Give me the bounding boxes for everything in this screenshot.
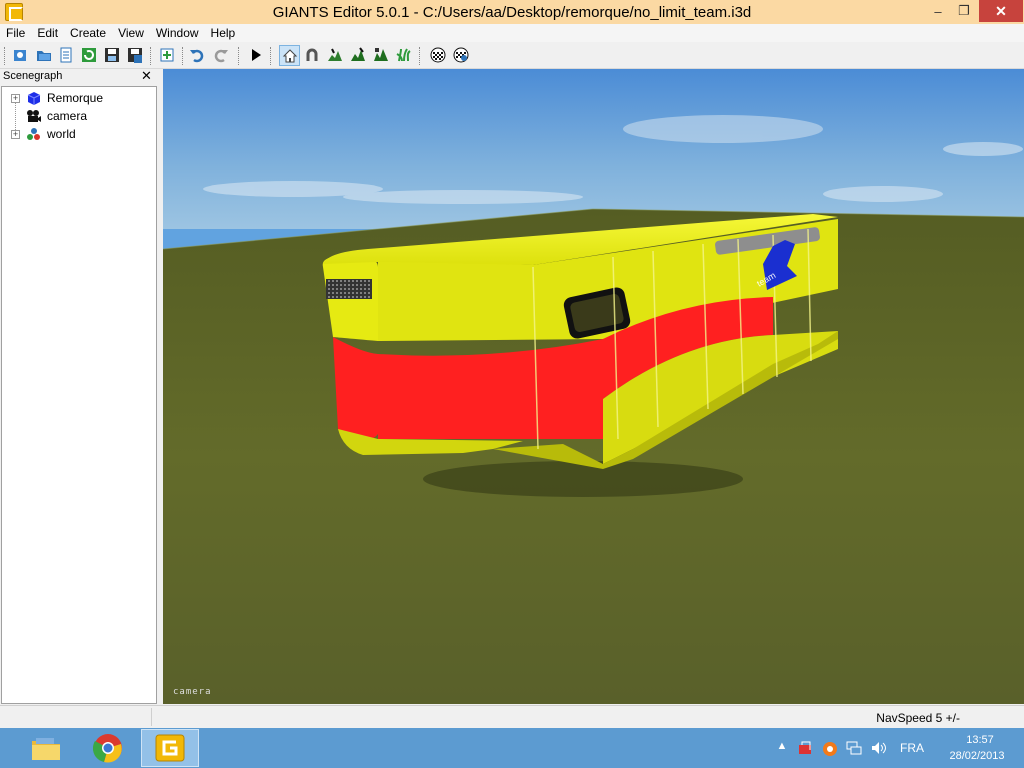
- action-center-icon[interactable]: [798, 741, 814, 755]
- show-hidden-icons-icon[interactable]: ▲: [774, 740, 790, 754]
- scenegraph-title: Scenegraph: [3, 70, 63, 82]
- volume-icon[interactable]: [870, 741, 886, 755]
- close-button[interactable]: ✕: [979, 0, 1023, 22]
- scenegraph-tree[interactable]: + Remorque camera + world: [1, 86, 157, 704]
- minimize-button[interactable]: –: [924, 0, 952, 22]
- viewport-camera-label: camera: [173, 687, 212, 697]
- status-separator: [151, 708, 152, 726]
- chrome-icon[interactable]: [79, 729, 137, 767]
- cube-icon: [26, 91, 42, 105]
- save-icon[interactable]: [103, 46, 121, 64]
- menu-file[interactable]: File: [0, 24, 31, 42]
- menu-edit[interactable]: Edit: [31, 24, 64, 42]
- material-icon[interactable]: [452, 46, 470, 64]
- clock-date[interactable]: 28/02/2013: [938, 750, 1016, 762]
- status-bar: NavSpeed 5 +/-: [0, 705, 1024, 727]
- viewport-scene: team: [163, 69, 1024, 704]
- terrain-detail-icon[interactable]: [372, 46, 390, 64]
- clock-time[interactable]: 13:57: [950, 734, 1010, 746]
- undo-icon[interactable]: [188, 46, 206, 64]
- restore-button[interactable]: ❐: [950, 0, 978, 22]
- tree-node-label: world: [47, 127, 76, 141]
- scenegraph-close-button[interactable]: ✕: [141, 68, 152, 84]
- transform-group-icon: [26, 127, 42, 141]
- toolbar-grip: [4, 47, 5, 65]
- tree-node-label: camera: [47, 109, 88, 123]
- home-icon[interactable]: [279, 45, 300, 66]
- sky: [163, 69, 1024, 229]
- tree-node-label: Remorque: [47, 91, 104, 105]
- terrain-paint-icon[interactable]: [349, 46, 367, 64]
- menu-view[interactable]: View: [112, 24, 150, 42]
- properties-icon[interactable]: [57, 46, 75, 64]
- open-icon[interactable]: [35, 46, 53, 64]
- language-indicator[interactable]: FRA: [900, 741, 924, 755]
- avast-icon[interactable]: [822, 741, 838, 756]
- shader-icon[interactable]: [429, 46, 447, 64]
- 3d-viewport[interactable]: team camera: [163, 69, 1024, 704]
- tree-node-remorque[interactable]: + Remorque: [2, 89, 152, 107]
- system-tray: ▲ FRA 13:57 28/02/2013: [770, 728, 1024, 768]
- toolbar-separator: [238, 47, 239, 65]
- navspeed-readout: NavSpeed 5 +/-: [876, 711, 960, 725]
- play-icon[interactable]: [247, 46, 265, 64]
- menu-create[interactable]: Create: [64, 24, 112, 42]
- new-scene-icon[interactable]: [11, 46, 29, 64]
- expand-icon[interactable]: +: [11, 94, 20, 103]
- toolbar-separator: [270, 47, 271, 65]
- toolbar: [0, 43, 1024, 69]
- camera-icon: [26, 109, 42, 123]
- foliage-icon[interactable]: [395, 46, 413, 64]
- window-title: GIANTS Editor 5.0.1 - C:/Users/aa/Deskto…: [272, 4, 752, 21]
- network-icon[interactable]: [846, 741, 862, 755]
- tree-node-world[interactable]: + world: [2, 125, 152, 143]
- menu-help[interactable]: Help: [205, 24, 242, 42]
- scenegraph-header: Scenegraph ✕: [0, 68, 158, 85]
- toolbar-separator: [419, 47, 420, 65]
- toolbar-separator: [182, 47, 183, 65]
- menu-window[interactable]: Window: [150, 24, 205, 42]
- import-icon[interactable]: [158, 46, 176, 64]
- expand-icon[interactable]: +: [11, 130, 20, 139]
- title-bar: GIANTS Editor 5.0.1 - C:/Users/aa/Deskto…: [0, 0, 1024, 24]
- file-explorer-icon[interactable]: [17, 729, 75, 767]
- windows-taskbar: ▲ FRA 13:57 28/02/2013: [0, 728, 1024, 768]
- tree-node-camera[interactable]: camera: [2, 107, 152, 125]
- save-all-icon[interactable]: [126, 46, 144, 64]
- redo-icon[interactable]: [212, 46, 230, 64]
- magnet-icon[interactable]: [303, 46, 321, 64]
- toolbar-separator: [150, 47, 151, 65]
- giants-editor-icon[interactable]: [141, 729, 199, 767]
- menu-bar: File Edit Create View Window Help: [0, 24, 1024, 42]
- trailer-shadow: [423, 461, 743, 497]
- refresh-icon[interactable]: [80, 46, 98, 64]
- terrain-sculpt-icon[interactable]: [326, 46, 344, 64]
